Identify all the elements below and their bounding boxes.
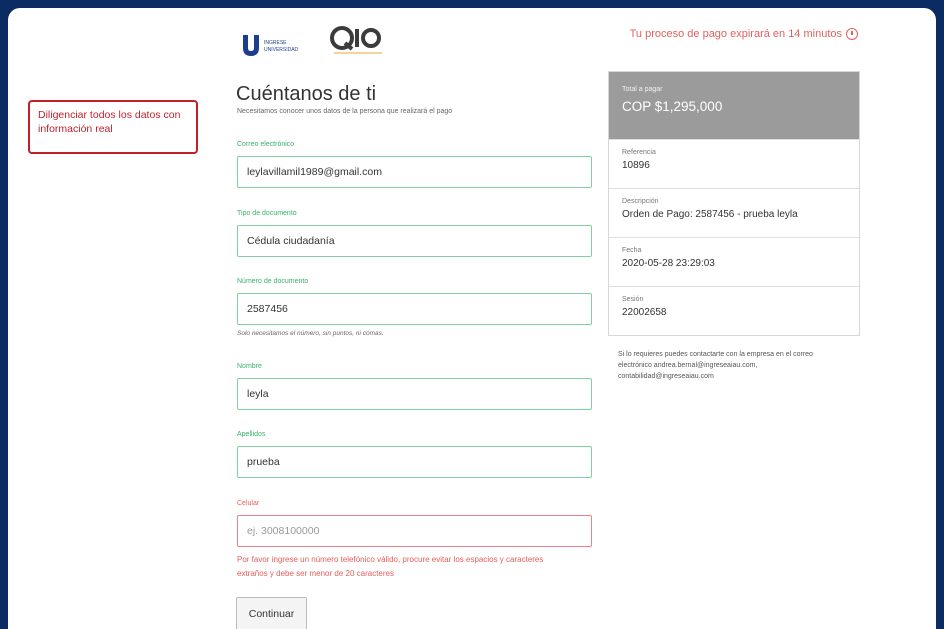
summary-row-label: Fecha — [622, 247, 642, 254]
summary-row-reference: Referencia 10896 — [609, 139, 859, 188]
doc-number-field[interactable]: 2587456 — [237, 293, 592, 325]
clock-icon — [846, 28, 858, 40]
phone-field[interactable]: ej. 3008100000 — [237, 515, 592, 547]
page-title: Cuéntanos de ti — [236, 83, 377, 105]
last-name-field[interactable]: prueba — [237, 446, 592, 478]
instruction-note: Diligenciar todos los datos con informac… — [28, 100, 198, 154]
first-name-field[interactable]: leyla — [237, 378, 592, 410]
summary-row-value: 2020-05-28 23:29:03 — [622, 258, 715, 269]
first-name-label: Nombre — [237, 363, 262, 370]
summary-row-session: Sesión 22002658 — [609, 286, 859, 335]
svg-text:INGRESE: INGRESE — [264, 40, 287, 46]
email-field[interactable]: leylavillamil1989@gmail.com — [237, 156, 592, 188]
doc-type-select[interactable]: Cédula ciudadanía — [237, 225, 592, 257]
summary-row-label: Descripción — [622, 198, 659, 205]
total-amount: COP $1,295,000 — [622, 99, 723, 114]
summary-row-value: 22002658 — [622, 307, 667, 318]
total-box: Total a pagar COP $1,295,000 — [609, 72, 859, 139]
continue-button[interactable]: Continuar — [236, 597, 307, 629]
phone-label: Celular — [237, 500, 260, 507]
doc-type-label: Tipo de documento — [237, 210, 297, 217]
doc-number-help: Solo necesitamos el número, sin puntos, … — [237, 330, 384, 337]
payment-card: INGRESE UNIVERSIDAD Tu proceso de pago e… — [8, 8, 936, 629]
summary-row-label: Referencia — [622, 149, 656, 156]
contact-info: Si lo requieres puedes contactarte con l… — [618, 351, 813, 380]
expiry-timer: Tu proceso de pago expirará en 14 minuto… — [630, 28, 858, 40]
phone-error-message: Por favor ingrese un número telefónico v… — [237, 555, 544, 578]
summary-row-date: Fecha 2020-05-28 23:29:03 — [609, 237, 859, 286]
total-label: Total a pagar — [622, 86, 663, 93]
email-label: Correo electrónico — [237, 141, 295, 148]
summary-row-description: Descripción Orden de Pago: 2587456 - pru… — [609, 188, 859, 237]
payment-summary: Total a pagar COP $1,295,000 Referencia … — [608, 71, 860, 336]
doc-number-label: Número de documento — [237, 278, 309, 285]
university-logo: INGRESE UNIVERSIDAD — [243, 35, 299, 56]
summary-row-value: Orden de Pago: 2587456 - prueba leyla — [622, 209, 798, 220]
summary-row-label: Sesión — [622, 296, 644, 303]
page-subtitle: Necesitamos conocer unos datos de la per… — [237, 108, 453, 115]
svg-text:UNIVERSIDAD: UNIVERSIDAD — [264, 47, 299, 53]
qio-logo — [330, 26, 382, 54]
last-name-label: Apellidos — [237, 431, 266, 438]
summary-row-value: 10896 — [622, 160, 650, 171]
